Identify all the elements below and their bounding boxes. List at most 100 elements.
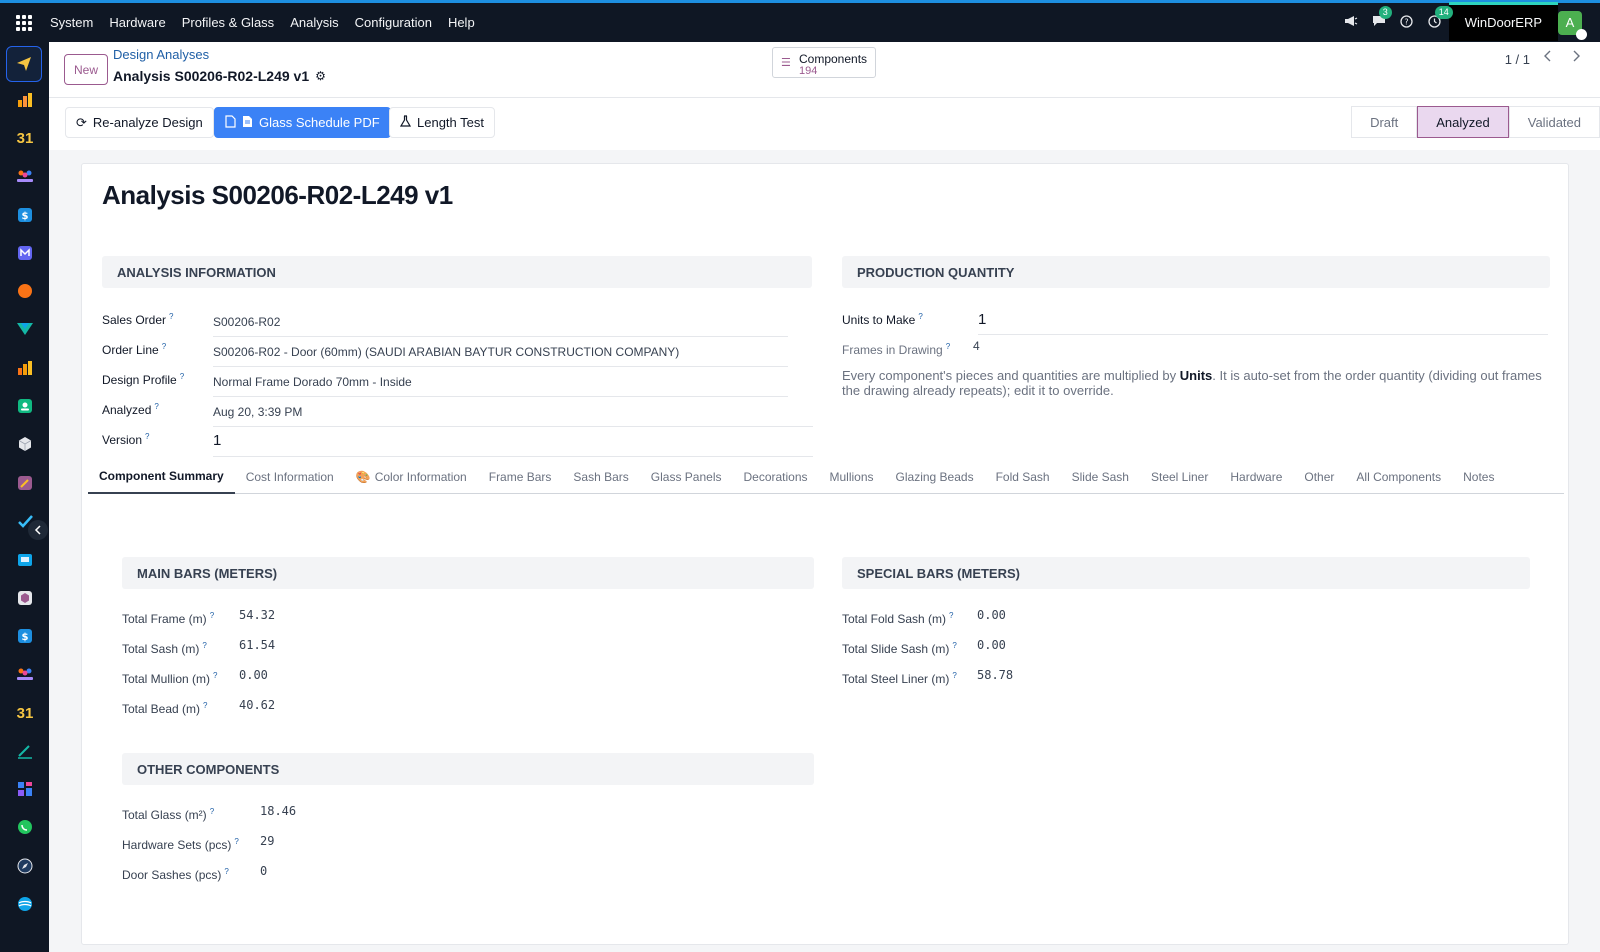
compass-icon[interactable] xyxy=(14,855,36,877)
total-frame-label: Total Frame (m)? xyxy=(122,611,214,626)
chat-bubble-icon[interactable] xyxy=(14,280,36,302)
status-draft[interactable]: Draft xyxy=(1351,106,1418,138)
breadcrumb-design-analyses[interactable]: Design Analyses xyxy=(113,47,209,62)
help-tooltip-icon[interactable]: ? xyxy=(145,432,149,441)
help-tooltip-icon[interactable]: ? xyxy=(946,342,950,351)
knowledge-book-icon[interactable] xyxy=(14,549,36,571)
help-tooltip-icon[interactable]: ? xyxy=(202,641,206,650)
total-fold-sash-value: 0.00 xyxy=(977,608,1006,622)
tab-other[interactable]: Other xyxy=(1293,460,1345,494)
bar-chart-icon[interactable] xyxy=(14,89,36,111)
version-field[interactable]: 1 xyxy=(213,432,221,449)
total-sash-value: 61.54 xyxy=(239,638,276,652)
inventory-cube-icon[interactable] xyxy=(14,433,36,455)
tab-slide-sash[interactable]: Slide Sash xyxy=(1061,460,1140,494)
help-tooltip-icon[interactable]: ? xyxy=(234,837,238,846)
hardware-sets-label-text: Hardware Sets (pcs) xyxy=(122,838,232,852)
help-tooltip-icon[interactable]: ? xyxy=(162,342,166,351)
help-tooltip-icon[interactable]: ? xyxy=(180,372,184,381)
length-test-button[interactable]: Length Test xyxy=(389,107,495,138)
calendar-icon[interactable]: 31 xyxy=(14,127,36,149)
order-line-field[interactable]: S00206-R02 - Door (60mm) (SAUDI ARABIAN … xyxy=(213,345,679,359)
reanalyze-design-button[interactable]: ⟳ Re-analyze Design xyxy=(65,107,214,138)
tab-glazing-beads[interactable]: Glazing Beads xyxy=(885,460,985,494)
calendar-icon-2[interactable]: 31 xyxy=(14,702,36,724)
megaphone-icon[interactable] xyxy=(1337,15,1365,30)
contacts-icon[interactable] xyxy=(14,395,36,417)
employees-icon[interactable] xyxy=(14,663,36,685)
total-fold-sash-label: Total Fold Sash (m)? xyxy=(842,611,954,626)
plane-icon[interactable] xyxy=(14,318,36,340)
gear-icon[interactable]: ⚙ xyxy=(315,69,326,83)
help-tooltip-icon[interactable]: ? xyxy=(210,807,214,816)
pager-counter[interactable]: 1 / 1 xyxy=(1505,52,1530,67)
activity-clock-icon[interactable]: 14 xyxy=(1421,5,1453,31)
menu-hardware[interactable]: Hardware xyxy=(101,15,173,30)
frames-label-text: Frames in Drawing xyxy=(842,343,943,357)
help-icon[interactable]: ? xyxy=(1393,14,1421,31)
report-chart-icon[interactable] xyxy=(14,357,36,379)
tab-notes[interactable]: Notes xyxy=(1452,460,1505,494)
sign-icon[interactable] xyxy=(14,740,36,762)
company-name[interactable]: WinDoorERP xyxy=(1453,15,1554,30)
help-tooltip-icon[interactable]: ? xyxy=(952,641,956,650)
record-title[interactable]: Analysis S00206-R02-L249 v1 xyxy=(102,180,453,211)
help-tooltip-icon[interactable]: ? xyxy=(918,312,922,321)
help-tooltip-icon[interactable]: ? xyxy=(169,312,173,321)
field-underline xyxy=(213,336,788,337)
discuss-wave-icon[interactable] xyxy=(14,893,36,915)
tab-hardware[interactable]: Hardware xyxy=(1219,460,1293,494)
menu-analysis[interactable]: Analysis xyxy=(282,15,346,30)
help-tooltip-icon[interactable]: ? xyxy=(224,867,228,876)
status-analyzed[interactable]: Analyzed xyxy=(1417,106,1509,138)
chevron-left-icon[interactable] xyxy=(1544,49,1552,66)
status-validated[interactable]: Validated xyxy=(1508,106,1600,138)
refresh-icon: ⟳ xyxy=(76,114,87,130)
help-tooltip-icon[interactable]: ? xyxy=(154,402,158,411)
tools-icon[interactable] xyxy=(14,472,36,494)
tab-color-information[interactable]: 🎨 Color Information xyxy=(345,460,478,494)
accounting-icon[interactable]: $ xyxy=(14,625,36,647)
tab-all-components[interactable]: All Components xyxy=(1345,460,1452,494)
tab-frame-bars[interactable]: Frame Bars xyxy=(478,460,563,494)
chevron-right-icon[interactable] xyxy=(1572,49,1580,66)
help-tooltip-icon[interactable]: ? xyxy=(210,611,214,620)
tab-decorations[interactable]: Decorations xyxy=(732,460,818,494)
analyzed-field[interactable]: Aug 20, 3:39 PM xyxy=(213,405,302,419)
tab-fold-sash[interactable]: Fold Sash xyxy=(985,460,1061,494)
team-icon[interactable] xyxy=(14,165,36,187)
tab-sash-bars[interactable]: Sash Bars xyxy=(562,460,639,494)
tab-mullions[interactable]: Mullions xyxy=(819,460,885,494)
menu-profiles-glass[interactable]: Profiles & Glass xyxy=(174,15,282,30)
design-profile-field[interactable]: Normal Frame Dorado 70mm - Inside xyxy=(213,375,412,389)
package-icon[interactable] xyxy=(14,587,36,609)
user-avatar[interactable]: A xyxy=(1558,10,1587,40)
components-smart-button[interactable]: ☰ Components 194 xyxy=(772,47,876,78)
apps-grid-icon[interactable] xyxy=(16,14,32,31)
units-to-make-field[interactable]: 1 xyxy=(978,311,986,328)
menu-configuration[interactable]: Configuration xyxy=(347,15,440,30)
order-line-label-text: Order Line xyxy=(102,343,159,357)
sales-order-field[interactable]: S00206-R02 xyxy=(213,315,280,329)
mail-icon[interactable] xyxy=(14,242,36,264)
tab-steel-liner[interactable]: Steel Liner xyxy=(1140,460,1219,494)
help-tooltip-icon[interactable]: ? xyxy=(949,611,953,620)
checklist-icon[interactable] xyxy=(14,510,36,532)
help-tooltip-icon[interactable]: ? xyxy=(203,701,207,710)
tab-glass-panels[interactable]: Glass Panels xyxy=(640,460,733,494)
whatsapp-icon[interactable] xyxy=(14,816,36,838)
dashboard-icon[interactable] xyxy=(14,778,36,800)
send-icon[interactable] xyxy=(6,46,42,82)
units-to-make-label: Units to Make? xyxy=(842,312,923,327)
help-tooltip-icon[interactable]: ? xyxy=(213,671,217,680)
menu-system[interactable]: System xyxy=(42,15,101,30)
help-tooltip-icon[interactable]: ? xyxy=(952,671,956,680)
menu-help[interactable]: Help xyxy=(440,15,483,30)
glass-schedule-pdf-button[interactable]: Glass Schedule PDF xyxy=(214,107,391,138)
tab-cost-information[interactable]: Cost Information xyxy=(235,460,345,494)
new-button[interactable]: New xyxy=(64,54,108,85)
tab-color-information-label: Color Information xyxy=(374,470,467,484)
chat-icon[interactable]: 3 xyxy=(1365,6,1393,30)
tab-component-summary[interactable]: Component Summary xyxy=(88,460,235,494)
invoice-icon[interactable]: $ xyxy=(14,204,36,226)
